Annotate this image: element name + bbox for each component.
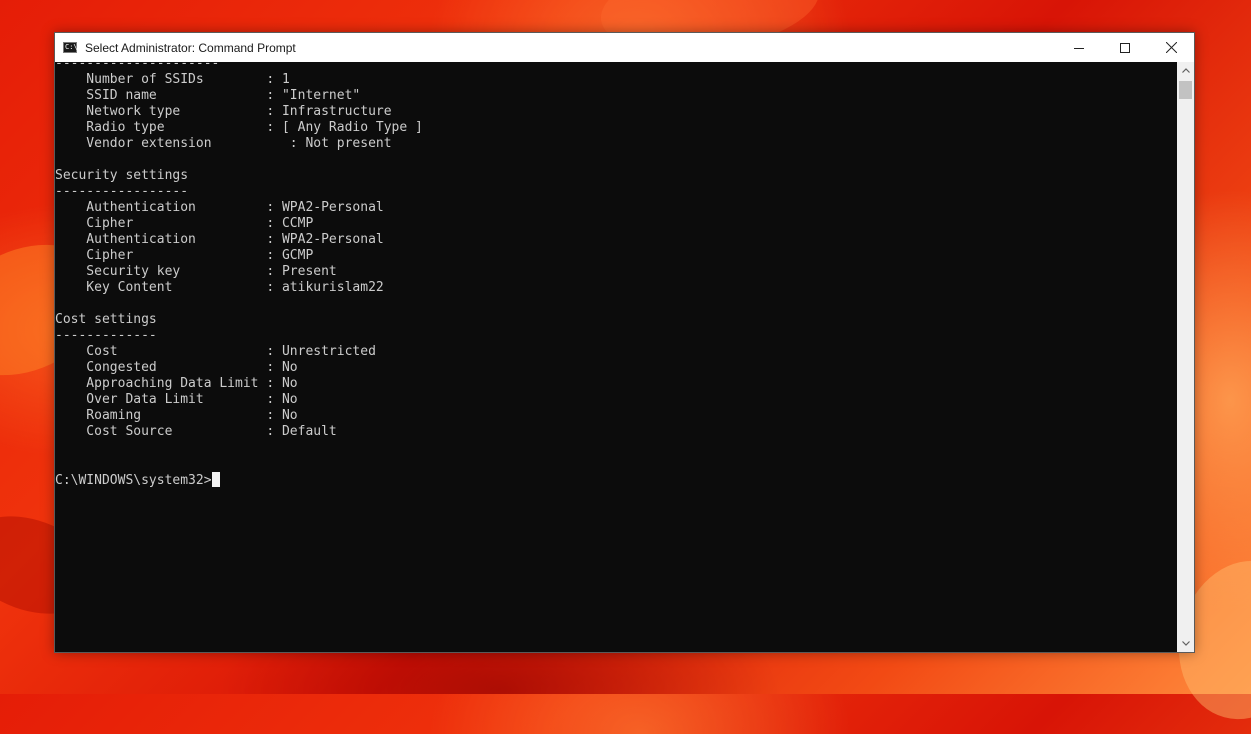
minimize-button[interactable] bbox=[1056, 33, 1102, 62]
minimize-icon bbox=[1074, 47, 1084, 49]
console-line: Approaching Data Limit : No bbox=[86, 376, 298, 391]
console-line: Cipher : CCMP bbox=[86, 216, 314, 231]
console-line: ----------------- bbox=[55, 184, 189, 199]
close-icon bbox=[1165, 42, 1177, 53]
title-bar[interactable]: C:\ Select Administrator: Command Prompt bbox=[55, 33, 1194, 62]
vertical-scrollbar[interactable] bbox=[1177, 62, 1194, 652]
scroll-down-button[interactable] bbox=[1177, 635, 1194, 652]
maximize-icon bbox=[1120, 42, 1130, 53]
window-title: Select Administrator: Command Prompt bbox=[85, 40, 296, 55]
console-line: --------------------- bbox=[55, 62, 220, 71]
console-line: SSID name : "Internet" bbox=[86, 88, 361, 103]
console-line: ------------- bbox=[55, 328, 157, 343]
console-line: Security key : Present bbox=[86, 264, 337, 279]
console-line: Roaming : No bbox=[86, 408, 298, 423]
console-line: Number of SSIDs : 1 bbox=[86, 72, 290, 87]
console-line: Cost Source : Default bbox=[86, 424, 337, 439]
console-line: Cost settings bbox=[55, 312, 157, 327]
console-text: --------------------- Number of SSIDs : … bbox=[55, 62, 423, 489]
console-line: Security settings bbox=[55, 168, 189, 183]
maximize-button[interactable] bbox=[1102, 33, 1148, 62]
chevron-down-icon bbox=[1181, 641, 1190, 646]
chevron-up-icon bbox=[1181, 68, 1190, 73]
scroll-up-button[interactable] bbox=[1177, 62, 1194, 79]
console-line: Radio type : [ Any Radio Type ] bbox=[86, 120, 423, 135]
command-prompt: C:\WINDOWS\system32> bbox=[55, 473, 212, 488]
window-controls bbox=[1056, 33, 1194, 62]
text-cursor bbox=[211, 472, 220, 487]
console-line: Key Content : atikurislam22 bbox=[86, 280, 384, 295]
console-line: Authentication : WPA2-Personal bbox=[86, 200, 384, 215]
console-line: Over Data Limit : No bbox=[86, 392, 298, 407]
console-line: Vendor extension : Not present bbox=[86, 136, 392, 151]
console-output-area[interactable]: --------------------- Number of SSIDs : … bbox=[55, 62, 1178, 652]
cmd-app-icon-label: C:\ bbox=[65, 43, 78, 51]
console-line: Network type : Infrastructure bbox=[86, 104, 392, 119]
command-prompt-window: C:\ Select Administrator: Command Prompt… bbox=[54, 32, 1195, 653]
console-line: Cost : Unrestricted bbox=[86, 344, 376, 359]
console-line: Cipher : GCMP bbox=[86, 248, 314, 263]
console-line: Congested : No bbox=[86, 360, 298, 375]
scroll-thumb[interactable] bbox=[1179, 81, 1192, 99]
cmd-app-icon[interactable]: C:\ bbox=[63, 42, 78, 53]
console-lines: --------------------- Number of SSIDs : … bbox=[55, 62, 423, 439]
close-button[interactable] bbox=[1148, 33, 1194, 62]
console-line: Authentication : WPA2-Personal bbox=[86, 232, 384, 247]
